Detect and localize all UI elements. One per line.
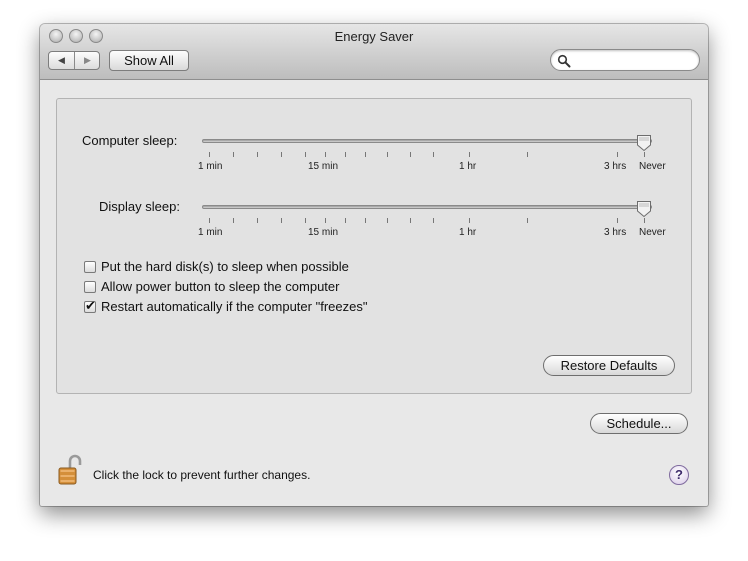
- display-sleep-tick: [469, 218, 470, 223]
- computer-sleep-tick: [281, 152, 282, 157]
- display-sleep-tick-label: 3 hrs: [604, 227, 627, 238]
- display-sleep-tick: [281, 218, 282, 223]
- search-field[interactable]: [550, 49, 700, 71]
- energy-saver-window: Energy Saver ◀ ▶ Show All Computer sleep…: [40, 24, 708, 506]
- restart-on-freeze-label: Restart automatically if the computer "f…: [101, 299, 368, 314]
- settings-panel: Computer sleep: 1 min 15 min 1 hr 3 hrs …: [56, 98, 692, 394]
- computer-sleep-tick: [527, 152, 528, 157]
- display-sleep-tick: [644, 218, 645, 223]
- computer-sleep-tick: [387, 152, 388, 157]
- display-sleep-tick: [257, 218, 258, 223]
- power-button-sleep-label: Allow power button to sleep the computer: [101, 279, 340, 294]
- show-all-button[interactable]: Show All: [109, 50, 189, 71]
- search-icon: [557, 54, 571, 68]
- display-sleep-tick: [365, 218, 366, 223]
- computer-sleep-tick: [644, 152, 645, 157]
- display-sleep-tick: [527, 218, 528, 223]
- window-title: Energy Saver: [334, 29, 414, 44]
- computer-sleep-tick-label: 15 min: [308, 161, 339, 172]
- display-sleep-slider-thumb[interactable]: [636, 200, 652, 218]
- power-button-sleep-checkbox[interactable]: [84, 281, 96, 293]
- display-sleep-tick-label: 1 min: [198, 227, 223, 238]
- search-input[interactable]: [573, 52, 695, 70]
- computer-sleep-tick: [345, 152, 346, 157]
- hard-disk-sleep-label: Put the hard disk(s) to sleep when possi…: [101, 259, 349, 274]
- computer-sleep-tick: [433, 152, 434, 157]
- computer-sleep-tick: [305, 152, 306, 157]
- display-sleep-tick: [233, 218, 234, 223]
- lock-status-text: Click the lock to prevent further change…: [93, 468, 311, 482]
- lock-icon[interactable]: [58, 454, 82, 486]
- computer-sleep-slider-thumb[interactable]: [636, 134, 652, 152]
- computer-sleep-tick: [233, 152, 234, 157]
- computer-sleep-tick: [365, 152, 366, 157]
- restart-on-freeze-checkbox[interactable]: ✔: [84, 298, 96, 313]
- checkmark-icon: ✔: [85, 298, 96, 313]
- display-sleep-tick-label: Never: [639, 227, 666, 238]
- forward-button[interactable]: ▶: [75, 52, 100, 69]
- computer-sleep-tick: [209, 152, 210, 157]
- computer-sleep-tick: [257, 152, 258, 157]
- display-sleep-tick-label: 15 min: [308, 227, 339, 238]
- computer-sleep-tick-label: 1 hr: [459, 161, 477, 172]
- hard-disk-sleep-checkbox[interactable]: [84, 261, 96, 273]
- display-sleep-slider[interactable]: [202, 205, 652, 209]
- nav-back-forward: ◀ ▶: [48, 51, 100, 70]
- computer-sleep-tick-label: 1 min: [198, 161, 223, 172]
- computer-sleep-tick: [325, 152, 326, 157]
- computer-sleep-tick-label: 3 hrs: [604, 161, 627, 172]
- display-sleep-tick: [617, 218, 618, 223]
- back-button[interactable]: ◀: [49, 52, 74, 69]
- titlebar: Energy Saver ◀ ▶ Show All: [40, 24, 708, 80]
- computer-sleep-tick: [410, 152, 411, 157]
- display-sleep-tick: [433, 218, 434, 223]
- restore-defaults-button[interactable]: Restore Defaults: [543, 355, 675, 376]
- display-sleep-tick: [387, 218, 388, 223]
- computer-sleep-tick: [469, 152, 470, 157]
- display-sleep-tick: [305, 218, 306, 223]
- display-sleep-tick: [345, 218, 346, 223]
- computer-sleep-tick: [617, 152, 618, 157]
- computer-sleep-label: Computer sleep:: [82, 133, 178, 148]
- schedule-button[interactable]: Schedule...: [590, 413, 688, 434]
- display-sleep-label: Display sleep:: [99, 199, 180, 214]
- display-sleep-tick-label: 1 hr: [459, 227, 477, 238]
- display-sleep-tick: [325, 218, 326, 223]
- display-sleep-tick: [410, 218, 411, 223]
- computer-sleep-tick-label: Never: [639, 161, 666, 172]
- computer-sleep-slider[interactable]: [202, 139, 652, 143]
- display-sleep-tick: [209, 218, 210, 223]
- help-button[interactable]: ?: [669, 465, 689, 485]
